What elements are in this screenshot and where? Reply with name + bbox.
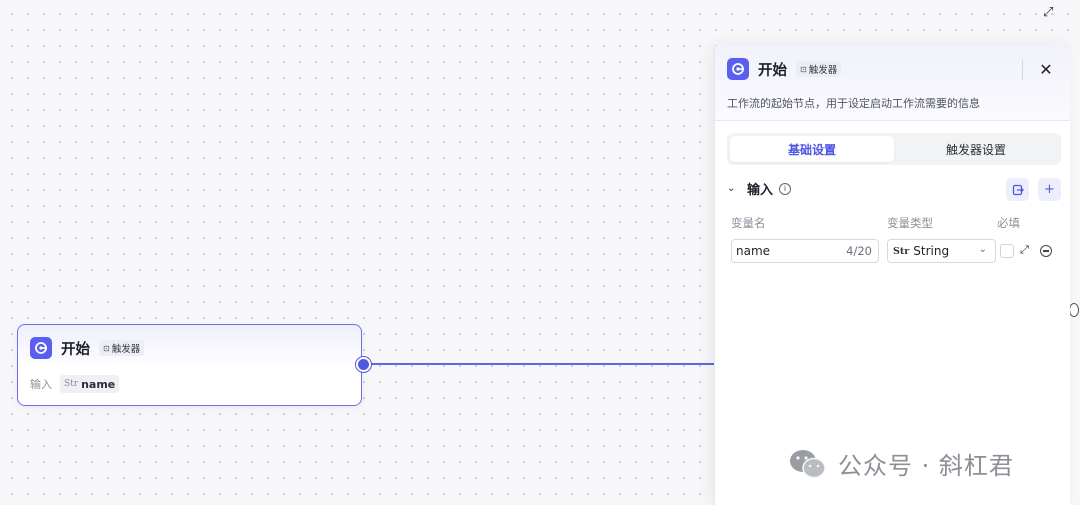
plus-icon: + (1044, 182, 1055, 197)
panel-description: 工作流的起始节点，用于设定启动工作流需要的信息 (727, 97, 980, 110)
required-checkbox[interactable] (1000, 244, 1014, 258)
variable-name-field[interactable]: 4/20 (731, 239, 879, 263)
minus-circle-icon[interactable] (1040, 245, 1052, 257)
fullscreen-icon[interactable]: ⤢ (1043, 5, 1053, 20)
trigger-tag-label: 触发器 (111, 344, 141, 355)
node-header: 开始 ⊡ 触发器 (30, 337, 145, 359)
settings-tabs: 基础设置 触发器设置 (727, 133, 1061, 165)
info-icon[interactable]: i (779, 182, 792, 195)
node-inputs: 输入 Str name (30, 375, 120, 393)
variable-name: name (81, 377, 116, 391)
tab-basic-settings[interactable]: 基础设置 (730, 136, 894, 162)
node-input-label: 输入 (30, 378, 52, 391)
string-type-icon: Str (893, 245, 910, 257)
section-title: 输入 (747, 183, 774, 198)
expand-arrows-icon[interactable]: ⤢ (1020, 243, 1029, 257)
watermark-text: 公众号 · 斜杠君 (838, 452, 1014, 480)
start-node[interactable]: 开始 ⊡ 触发器 输入 Str name (17, 324, 362, 406)
panel-header: 开始 ⊡ 触发器 ✕ 工作流的起始节点，用于设定启动工作流需要的信息 (715, 44, 1070, 121)
trigger-tag: ⊡ 触发器 (99, 340, 145, 356)
wechat-logo (790, 449, 826, 478)
connection-edge[interactable] (371, 363, 716, 365)
add-variable-button[interactable]: + (1038, 178, 1061, 201)
watermark: 公众号 · 斜杠君 (788, 446, 1014, 481)
start-logo-icon (727, 58, 749, 80)
next-node-handle[interactable] (1069, 303, 1079, 317)
column-header-type: 变量类型 (887, 216, 933, 230)
trigger-tag-label: 触发器 (808, 65, 838, 76)
chevron-down-icon[interactable]: ⌄ (727, 183, 739, 194)
import-button[interactable] (1006, 178, 1029, 201)
start-logo-icon (30, 337, 52, 359)
panel-title: 开始 (758, 62, 787, 79)
import-icon (1012, 184, 1024, 195)
column-header-required: 必填 (997, 216, 1020, 230)
chevron-down-icon: ⌄ (978, 244, 987, 255)
panel-title-row: 开始 ⊡ 触发器 (727, 58, 842, 80)
header-divider (1022, 60, 1023, 80)
column-header-name: 变量名 (731, 216, 766, 230)
tab-trigger-settings[interactable]: 触发器设置 (894, 136, 1058, 162)
char-counter: 4/20 (846, 244, 872, 258)
variable-type-select[interactable]: Str String ⌄ (887, 239, 996, 263)
trigger-icon: ⊡ (800, 64, 807, 74)
trigger-tag: ⊡ 触发器 (796, 61, 842, 77)
variable-name-input[interactable] (736, 242, 836, 260)
string-type-icon: Str (64, 379, 79, 389)
output-handle[interactable] (356, 357, 371, 372)
variable-chip: Str name (60, 375, 120, 393)
close-icon[interactable]: ✕ (1035, 58, 1057, 80)
trigger-icon: ⊡ (103, 343, 110, 353)
input-section-header[interactable]: ⌄ 输入 i (727, 179, 792, 198)
node-settings-panel: 开始 ⊡ 触发器 ✕ 工作流的起始节点，用于设定启动工作流需要的信息 基础设置 … (714, 44, 1070, 505)
variable-type-value: String (913, 244, 950, 258)
node-title: 开始 (61, 341, 90, 358)
